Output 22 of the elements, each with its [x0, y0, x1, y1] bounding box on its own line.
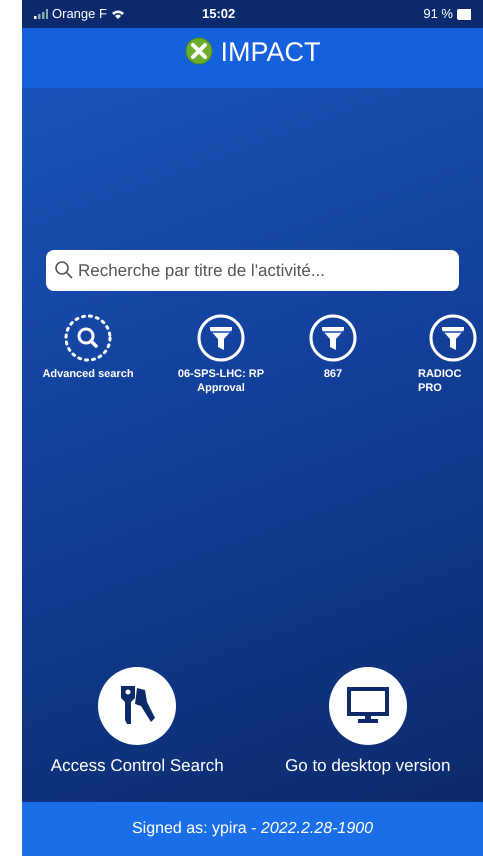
search-icon	[63, 313, 113, 363]
search-field[interactable]: Recherche par titre de l'activité...	[46, 250, 459, 291]
carrier-name: Orange F	[52, 5, 107, 24]
shortcut-button[interactable]: RADIOC PRO	[378, 313, 478, 395]
signal-icon	[34, 9, 48, 19]
battery-icon	[457, 8, 471, 20]
filter-icon	[428, 313, 478, 363]
signed-in-text: Signed as: ypira - 2022.2.28-1900	[132, 819, 374, 839]
shortcut-button[interactable]: Advanced search	[22, 313, 154, 395]
filter-icon	[196, 313, 246, 363]
action-button[interactable]: Access Control Search	[22, 666, 252, 778]
monitor-icon	[346, 686, 390, 726]
filter-icon	[308, 313, 358, 363]
shortcut-button[interactable]: 867	[288, 313, 378, 395]
battery-percent: 91 %	[423, 5, 453, 24]
shortcut-button[interactable]: 06-SPS-LHC: RP Approval	[154, 313, 288, 395]
action-button[interactable]: Go to desktop version	[252, 666, 483, 778]
search-icon	[54, 260, 74, 280]
app-title: IMPACT	[220, 36, 320, 69]
wifi-icon	[110, 8, 125, 20]
clock: 15:02	[202, 5, 236, 24]
tools-logo-icon	[184, 37, 212, 65]
